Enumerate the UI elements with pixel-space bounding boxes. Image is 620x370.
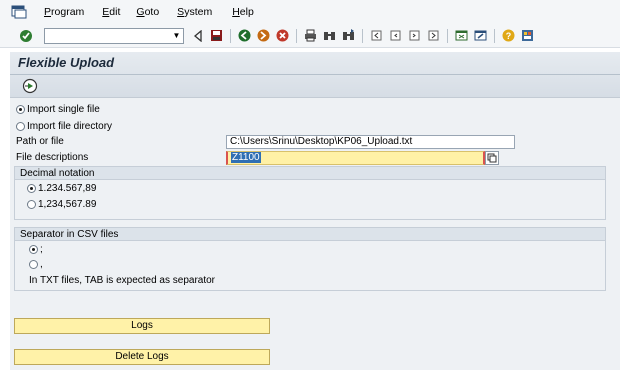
decimal-option-1[interactable]: 1.234.567,89 xyxy=(27,183,96,194)
import-directory-option[interactable]: Import file directory xyxy=(16,121,112,132)
shortcut-icon[interactable] xyxy=(473,28,489,44)
print-icon[interactable] xyxy=(303,28,319,44)
path-input[interactable]: C:\Users\Srinu\Desktop\KP06_Upload.txt xyxy=(226,135,515,149)
selection-screen: Import single file Import file directory… xyxy=(10,98,620,370)
import-directory-label: Import file directory xyxy=(27,121,113,132)
toolbar-separator xyxy=(230,28,231,43)
decimal-radio-2[interactable] xyxy=(27,199,36,209)
new-session-icon[interactable] xyxy=(454,28,470,44)
command-field[interactable]: ▼ xyxy=(43,27,184,44)
cancel-icon[interactable] xyxy=(275,28,291,44)
separator-radio-2[interactable] xyxy=(29,259,38,269)
csv-separator-group: Separator in CSV files ; , In TXT files,… xyxy=(14,227,606,291)
toolbar-separator xyxy=(362,28,363,43)
separator-radio-1[interactable] xyxy=(29,244,38,254)
menu-system[interactable]: System xyxy=(177,6,212,18)
first-page-icon[interactable] xyxy=(369,28,385,44)
svg-text:?: ? xyxy=(506,31,512,41)
import-single-radio[interactable] xyxy=(16,104,25,114)
back-green-icon[interactable] xyxy=(237,28,253,44)
separator-option-1[interactable]: ; xyxy=(29,244,43,255)
file-desc-input[interactable]: Z1100 xyxy=(226,151,485,165)
execute-icon[interactable] xyxy=(22,78,38,94)
next-page-icon[interactable] xyxy=(407,28,423,44)
title-area: Flexible Upload xyxy=(10,52,620,98)
import-directory-radio[interactable] xyxy=(16,121,25,131)
save-icon[interactable] xyxy=(209,28,225,44)
import-single-label: Import single file xyxy=(27,104,100,115)
separator-option-2-label: , xyxy=(40,259,43,270)
separator-note: In TXT files, TAB is expected as separat… xyxy=(29,275,216,286)
toolbar-separator xyxy=(296,28,297,43)
find-icon[interactable] xyxy=(322,28,338,44)
find-next-icon[interactable] xyxy=(341,28,357,44)
decimal-option-2-label: 1,234,567.89 xyxy=(38,199,97,210)
import-single-option[interactable]: Import single file xyxy=(16,104,100,115)
menu-edit[interactable]: Edit xyxy=(102,6,120,18)
toolbar-separator xyxy=(447,28,448,43)
decimal-notation-group: Decimal notation 1.234.567,89 1,234,567.… xyxy=(14,166,606,220)
separator-option-1-label: ; xyxy=(40,244,43,255)
help-icon[interactable]: ? xyxy=(501,28,517,44)
decimal-option-1-label: 1.234.567,89 xyxy=(38,183,97,194)
decimal-radio-1[interactable] xyxy=(27,183,36,193)
logs-button[interactable]: Logs xyxy=(14,318,270,334)
decimal-option-2[interactable]: 1,234,567.89 xyxy=(27,199,96,210)
file-desc-value: Z1100 xyxy=(231,152,261,163)
csv-separator-heading: Separator in CSV files xyxy=(15,228,605,241)
separator-option-2[interactable]: , xyxy=(29,259,43,270)
layout-icon[interactable] xyxy=(520,28,536,44)
title-divider xyxy=(10,74,620,75)
decimal-notation-heading: Decimal notation xyxy=(15,167,605,180)
menu-bar: Program Edit Goto System Help xyxy=(0,0,620,24)
prev-page-icon[interactable] xyxy=(388,28,404,44)
menu-goto[interactable]: Goto xyxy=(136,6,159,18)
path-label: Path or file xyxy=(16,136,64,147)
page-title: Flexible Upload xyxy=(18,55,115,70)
delete-logs-button[interactable]: Delete Logs xyxy=(14,349,270,365)
value-help-icon[interactable] xyxy=(485,151,499,165)
toolbar-separator xyxy=(494,28,495,43)
menu-help[interactable]: Help xyxy=(232,6,254,18)
standard-toolbar: ▼ ? xyxy=(0,24,620,48)
last-page-icon[interactable] xyxy=(426,28,442,44)
chevron-down-icon[interactable]: ▼ xyxy=(171,29,183,43)
file-desc-label: File descriptions xyxy=(16,152,89,163)
menu-program[interactable]: Program xyxy=(44,6,84,18)
window-menu-icon[interactable] xyxy=(8,3,30,21)
back-icon[interactable] xyxy=(190,28,206,44)
enter-icon[interactable] xyxy=(18,28,34,44)
exit-icon[interactable] xyxy=(256,28,272,44)
